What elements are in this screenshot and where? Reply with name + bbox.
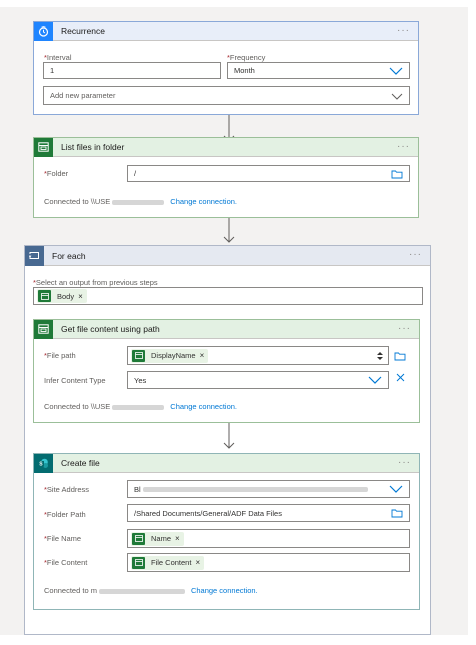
site-address-select[interactable]: Bl (127, 480, 410, 498)
select-output-input[interactable]: Body × (33, 287, 423, 305)
connection-info: Connected to \\USE Change connection. (44, 197, 238, 206)
infer-content-type-select[interactable]: Yes (127, 371, 389, 389)
select-output-label: *Select an output from previous steps (33, 278, 158, 287)
ellipsis-icon[interactable]: ··· (409, 249, 422, 260)
ellipsis-icon[interactable]: ··· (397, 141, 410, 152)
ellipsis-icon[interactable]: ··· (397, 25, 410, 36)
for-each-card[interactable]: For each ··· *Select an output from prev… (24, 245, 431, 635)
create-file-title: Create file (61, 458, 100, 468)
file-path-input[interactable]: DisplayName × (127, 346, 389, 365)
folder-input[interactable]: / (127, 165, 410, 182)
infer-content-type-label: Infer Content Type (44, 376, 106, 385)
displayname-token[interactable]: DisplayName × (131, 348, 209, 363)
loop-icon (25, 245, 44, 266)
remove-token-icon[interactable]: × (195, 558, 200, 567)
name-token[interactable]: Name × (131, 531, 184, 546)
list-files-title: List files in folder (61, 142, 125, 152)
folder-browse-icon[interactable] (394, 351, 406, 361)
connection-info: Connected to \\USE Change connection. (44, 402, 238, 411)
change-connection-link[interactable]: Change connection. (191, 586, 258, 595)
folder-label: *Folder (44, 169, 69, 178)
remove-token-icon[interactable]: × (78, 292, 83, 301)
frequency-label: *Frequency (227, 53, 266, 62)
file-content-input[interactable]: File Content × (127, 553, 410, 572)
filesystem-icon (132, 532, 145, 545)
get-file-content-header[interactable]: Get file content using path ··· (34, 319, 419, 339)
add-new-parameter-select[interactable]: Add new parameter (43, 86, 410, 105)
recurrence-card[interactable]: Recurrence ··· *Interval 1 *Frequency Mo… (33, 21, 419, 115)
list-files-header[interactable]: List files in folder ··· (34, 137, 418, 157)
create-file-card[interactable]: S Create file ··· *Site Address Bl *Fold… (33, 453, 420, 610)
file-name-label: *File Name (44, 534, 82, 543)
change-connection-link[interactable]: Change connection. (170, 402, 237, 411)
filesystem-icon (132, 349, 145, 362)
get-file-content-title: Get file content using path (61, 324, 160, 334)
change-connection-link[interactable]: Change connection. (170, 197, 237, 206)
filesystem-icon (34, 137, 53, 157)
ellipsis-icon[interactable]: ··· (398, 323, 411, 334)
remove-token-icon[interactable]: × (175, 534, 180, 543)
for-each-title: For each (52, 250, 86, 261)
chevron-down-icon (391, 93, 403, 100)
flow-arrow (223, 218, 235, 243)
connection-info: Connected to m Change connection. (44, 586, 258, 595)
file-content-token[interactable]: File Content × (131, 555, 205, 570)
chevron-down-icon (389, 485, 403, 493)
file-path-label: *File path (44, 351, 76, 360)
recurrence-title: Recurrence (61, 26, 105, 36)
interval-input[interactable]: 1 (43, 62, 221, 79)
for-each-header[interactable]: For each ··· (25, 245, 430, 266)
file-content-label: *File Content (44, 558, 88, 567)
chevron-down-icon (368, 376, 382, 384)
create-file-header[interactable]: S Create file ··· (34, 453, 419, 473)
sharepoint-icon: S (34, 453, 53, 473)
spinner-arrows-icon[interactable] (376, 350, 384, 362)
folder-path-label: *Folder Path (44, 510, 86, 519)
close-icon[interactable] (396, 373, 405, 382)
site-address-label: *Site Address (44, 485, 90, 494)
frequency-select[interactable]: Month (227, 62, 410, 79)
list-files-card[interactable]: List files in folder ··· *Folder / Conne… (33, 137, 419, 218)
get-file-content-card[interactable]: Get file content using path ··· *File pa… (33, 319, 420, 423)
remove-token-icon[interactable]: × (200, 351, 205, 360)
body-token[interactable]: Body × (37, 289, 87, 303)
folder-browse-icon[interactable] (391, 169, 403, 179)
ellipsis-icon[interactable]: ··· (398, 457, 411, 468)
flow-arrow (223, 423, 235, 449)
designer-canvas: Recurrence ··· *Interval 1 *Frequency Mo… (0, 7, 468, 635)
interval-label: *Interval (44, 53, 72, 62)
clock-icon (34, 21, 53, 41)
filesystem-icon (34, 319, 53, 339)
recurrence-header[interactable]: Recurrence ··· (34, 21, 418, 41)
folder-path-input[interactable]: /Shared Documents/General/ADF Data Files (127, 504, 410, 522)
file-name-input[interactable]: Name × (127, 529, 410, 548)
folder-browse-icon[interactable] (391, 508, 403, 518)
filesystem-icon (38, 290, 51, 302)
chevron-down-icon (389, 67, 403, 75)
filesystem-icon (132, 556, 145, 569)
